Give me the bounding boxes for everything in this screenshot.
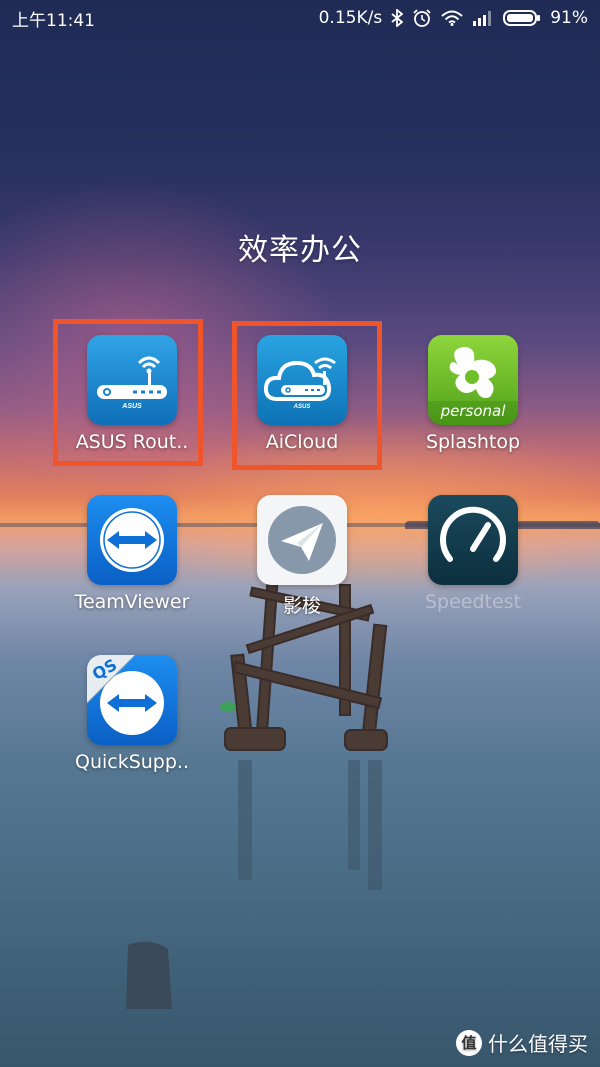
watermark: 值 什么值得买 (456, 1028, 588, 1057)
asus-router-icon: ASUS (87, 335, 177, 425)
splashtop-icon: personal (428, 335, 518, 425)
app-label: Splashtop (425, 431, 521, 453)
status-bar: 上午11:41 0.15K/s 91% (0, 0, 600, 36)
battery-percent: 91% (550, 8, 588, 28)
app-teamviewer[interactable]: TeamViewer (52, 495, 212, 613)
wifi-icon (441, 10, 463, 26)
app-label: ASUS Rout.. (75, 431, 189, 453)
app-label: TeamViewer (74, 591, 190, 613)
status-time: 上午11:41 (12, 10, 95, 31)
bluetooth-icon (391, 9, 404, 27)
app-label: 影梭 (282, 595, 321, 617)
quicksupport-icon: QS (87, 655, 177, 745)
app-asus-router[interactable]: ASUS ASUS Rout.. (52, 335, 212, 453)
paper-plane-icon (257, 495, 347, 585)
battery-icon (503, 10, 541, 26)
app-label: Speedtest (424, 591, 522, 613)
watermark-badge: 值 (456, 1029, 482, 1056)
aicloud-icon: ASUS (257, 335, 347, 425)
app-label: QuickSupp.. (74, 751, 190, 773)
app-yingsuo[interactable]: 影梭 (222, 495, 382, 618)
speedtest-icon (428, 495, 518, 585)
app-quicksupport[interactable]: QS QuickSupp.. (52, 655, 212, 773)
alarm-icon (413, 9, 431, 27)
network-speed: 0.15K/s (318, 8, 383, 28)
watermark-text: 什么值得买 (488, 1032, 588, 1056)
signal-icon (473, 11, 492, 26)
app-label: AiCloud (265, 431, 339, 453)
app-splashtop[interactable]: personal Splashtop (393, 335, 553, 453)
splashtop-icon-text: personal (440, 402, 506, 420)
asus-logo-text: ASUS (293, 404, 311, 410)
teamviewer-icon (87, 495, 177, 585)
status-indicators: 0.15K/s 91% (319, 8, 588, 28)
app-aicloud[interactable]: ASUS AiCloud (222, 335, 382, 453)
folder-title[interactable]: 效率办公 (0, 225, 600, 269)
asus-logo-text: ASUS (121, 403, 142, 410)
app-speedtest[interactable]: Speedtest (393, 495, 553, 613)
home-screen: 上午11:41 0.15K/s 91% 效率办公 ASUS ASUS Rout.… (0, 0, 600, 1067)
